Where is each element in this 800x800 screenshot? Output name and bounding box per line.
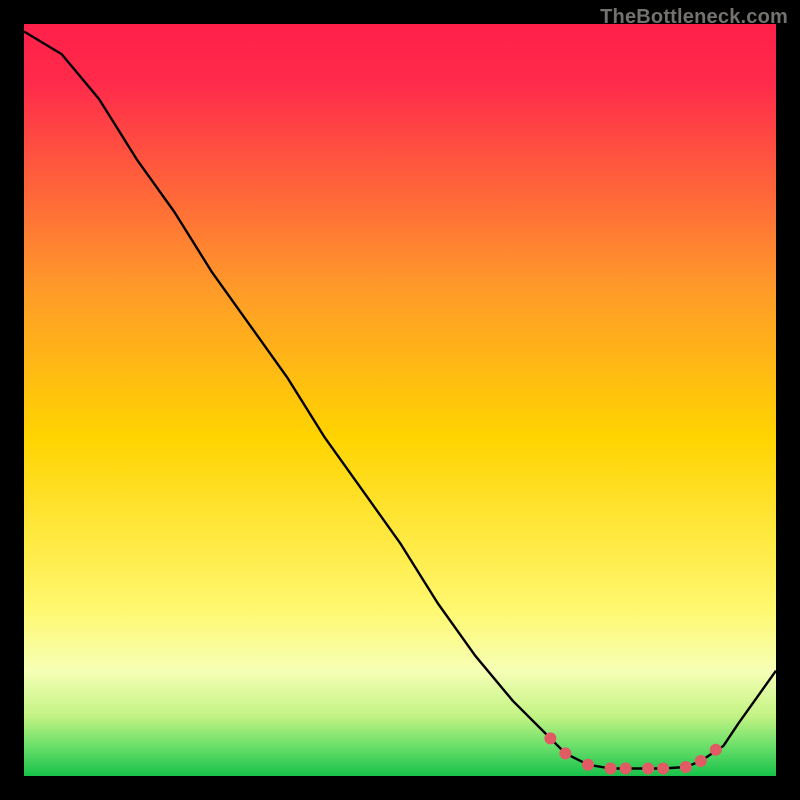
optimum-marker <box>642 763 654 775</box>
optimum-marker <box>620 763 632 775</box>
optimum-marker <box>544 732 556 744</box>
optimum-marker <box>680 761 692 773</box>
optimum-marker <box>605 763 617 775</box>
watermark-label: TheBottleneck.com <box>600 6 788 29</box>
chart-container: TheBottleneck.com <box>0 0 800 800</box>
plot-bg <box>24 24 776 776</box>
optimum-marker <box>657 763 669 775</box>
optimum-marker <box>559 747 571 759</box>
chart-svg <box>0 0 800 800</box>
optimum-marker <box>582 759 594 771</box>
optimum-marker <box>710 744 722 756</box>
optimum-marker <box>695 755 707 767</box>
